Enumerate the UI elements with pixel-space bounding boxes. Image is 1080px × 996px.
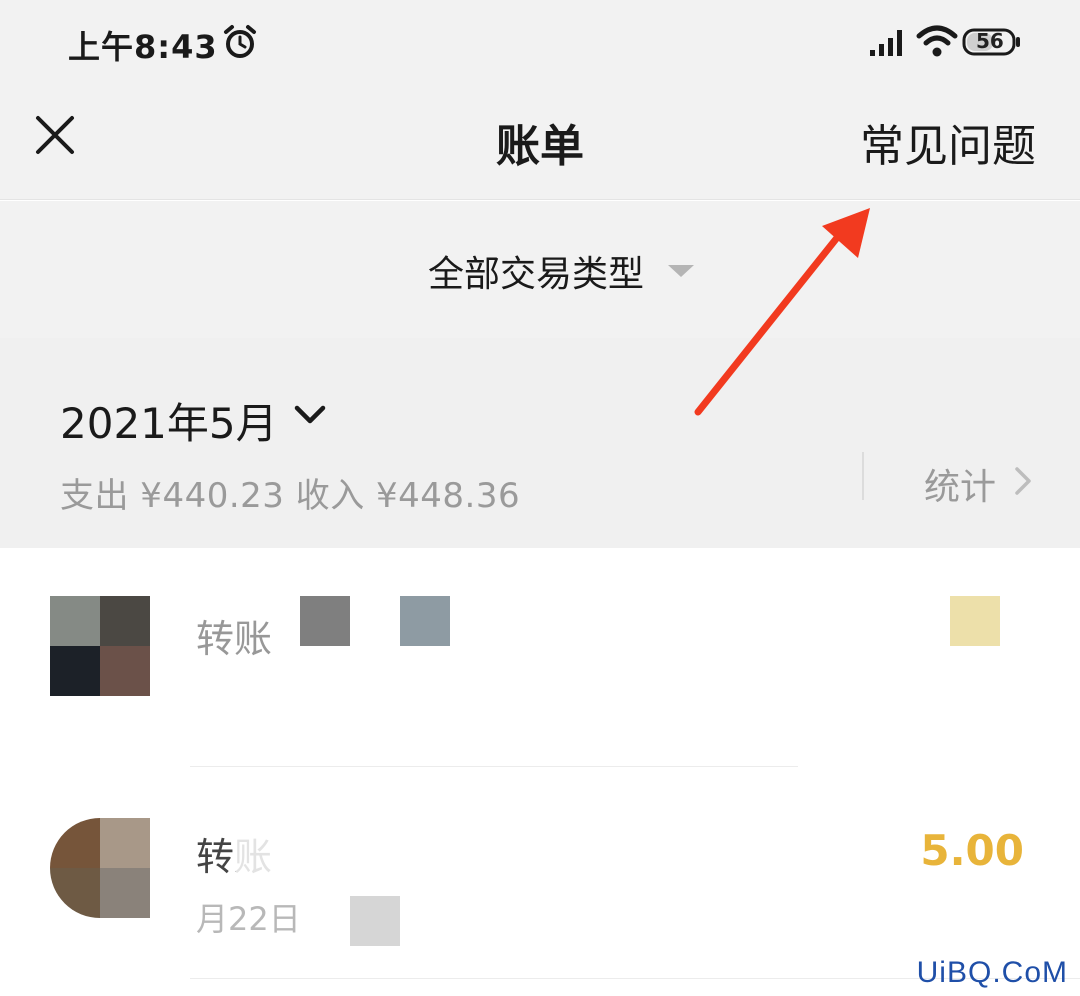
transaction-date: 月22日 xyxy=(196,900,301,938)
month-selector[interactable]: 2021年5月 xyxy=(60,390,278,451)
month-summary: 2021年5月 支出 ¥440.23 收入 ¥448.36 统计 xyxy=(0,338,1080,548)
divider xyxy=(862,452,864,500)
alarm-clock-icon xyxy=(224,25,256,58)
avatar xyxy=(50,596,150,696)
wifi-icon xyxy=(916,25,958,57)
battery-level: 56 xyxy=(976,29,1004,53)
status-time: 上午8:43 xyxy=(68,28,218,66)
mosaic-block xyxy=(950,596,1000,646)
transaction-amount: 5.00 xyxy=(920,826,1024,875)
filter-label[interactable]: 全部交易类型 xyxy=(428,245,644,297)
watermark: UiBQ.CoM xyxy=(916,956,1068,989)
faq-link[interactable]: 常见问题 xyxy=(860,110,1036,174)
redaction-mask xyxy=(236,828,306,884)
transaction-list: 转账 转账 月22日 5.00 xyxy=(0,548,1080,996)
chevron-down-icon[interactable] xyxy=(294,404,326,426)
transaction-row[interactable]: 转账 xyxy=(0,548,1080,768)
nav-bar: 账单 常见问题 xyxy=(0,86,1080,200)
mosaic-block xyxy=(350,896,400,946)
transaction-title: 转账 xyxy=(196,617,273,661)
mosaic-block xyxy=(300,596,350,646)
month-summary-text: 支出 ¥440.23 收入 ¥448.36 xyxy=(60,476,521,516)
avatar xyxy=(50,818,150,918)
signal-icon xyxy=(870,30,902,56)
transaction-type-filter[interactable]: 全部交易类型 xyxy=(0,201,1080,338)
row-divider xyxy=(190,766,798,767)
chevron-right-icon[interactable] xyxy=(1014,466,1032,496)
transaction-row[interactable]: 转账 月22日 5.00 xyxy=(0,768,1080,988)
mosaic-block xyxy=(400,596,450,646)
status-bar: 上午8:43 56 xyxy=(0,0,1080,86)
stats-link[interactable]: 统计 xyxy=(924,458,996,510)
caret-down-icon[interactable] xyxy=(668,265,694,277)
